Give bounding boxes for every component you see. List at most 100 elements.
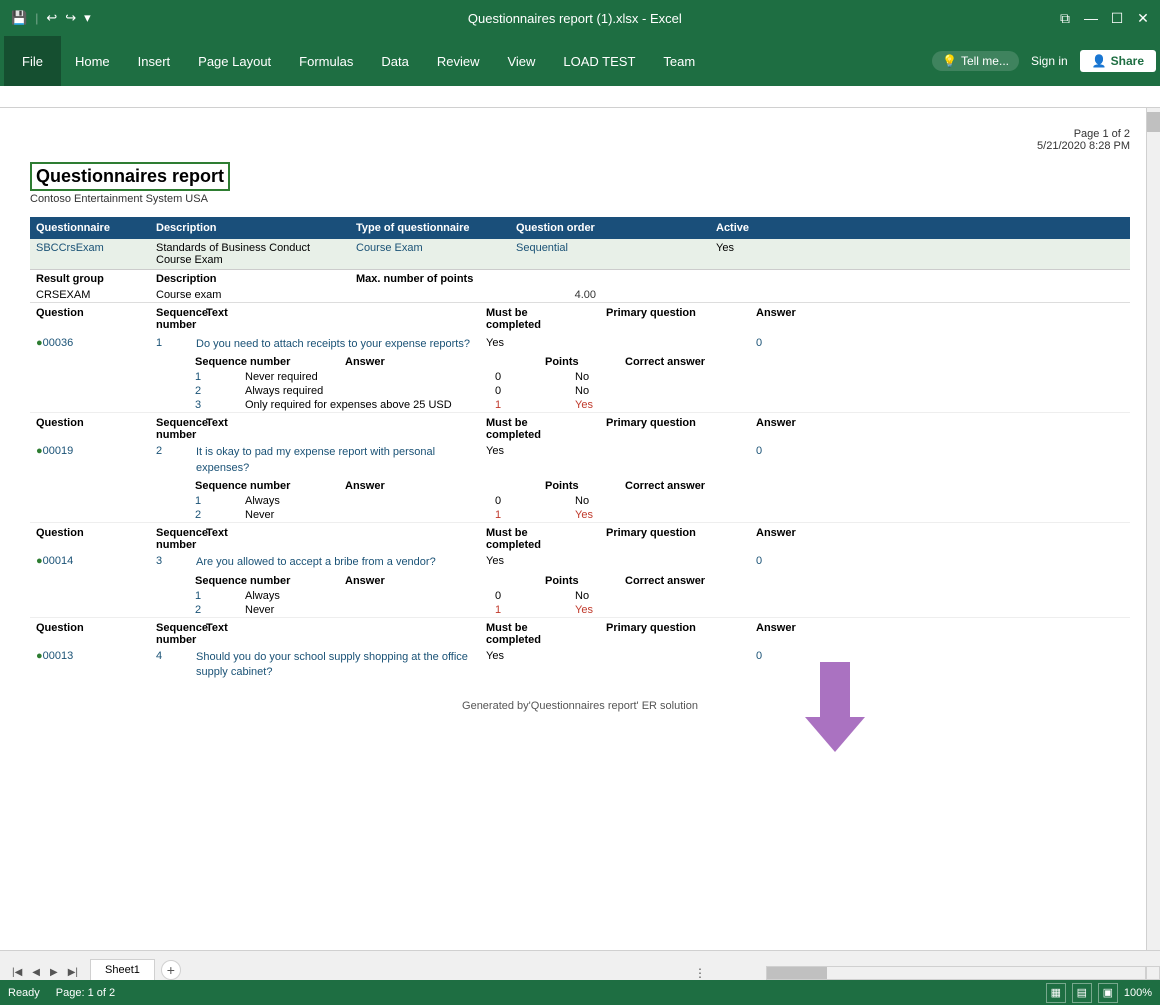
redo-icon[interactable]: ↪ xyxy=(62,10,79,26)
vertical-scrollbar[interactable] xyxy=(1146,108,1160,950)
q1-ans2: 2 Always required 0 No xyxy=(30,384,1130,398)
sheet-nav-next[interactable]: ▶ xyxy=(46,965,62,980)
sheet-tab-sheet1[interactable]: Sheet1 xyxy=(90,959,155,980)
company-name: Contoso Entertainment System USA xyxy=(30,193,1130,205)
sign-in-button[interactable]: Sign in xyxy=(1023,50,1076,72)
share-button[interactable]: 👤 Share xyxy=(1080,50,1156,72)
sheet-nav-prev[interactable]: ◀ xyxy=(28,965,44,980)
q3-ans2: 2 Never 1 Yes xyxy=(30,603,1130,617)
q2-text: It is okay to pad my expense report with… xyxy=(186,445,486,476)
title-bar-filename: Questionnaires report (1).xlsx - Excel xyxy=(94,11,1056,26)
main-questionnaire: SBCCrsExam xyxy=(36,242,156,266)
q-col-seq: Sequence number xyxy=(156,307,186,331)
q2-col-header: Question Sequence number Text Must becom… xyxy=(30,412,1130,443)
status-bar: Ready Page: 1 of 2 ▦ ▤ ▣ 100% xyxy=(0,980,1160,1005)
q2-row: ●00019 2 It is okay to pad my expense re… xyxy=(30,443,1130,478)
restore-button[interactable]: ⧉ xyxy=(1056,9,1074,27)
q1-seq: 1 xyxy=(156,337,186,349)
status-right: ▦ ▤ ▣ 100% xyxy=(1046,983,1152,1003)
minimize-button[interactable]: — xyxy=(1082,9,1100,27)
max-points-label: Max. number of points xyxy=(356,273,716,285)
sub-labels-row: Result group Description Max. number of … xyxy=(30,270,1130,288)
tab-formulas[interactable]: Formulas xyxy=(285,36,367,86)
q-col-primary: Primary question xyxy=(606,307,756,331)
share-label: Share xyxy=(1111,54,1144,68)
sheet-tabs-bar: |◀ ◀ ▶ ▶| Sheet1 + ⋮ xyxy=(0,950,1160,980)
q-col-must: Must becompleted xyxy=(486,307,606,331)
page-break-preview-button[interactable]: ▣ xyxy=(1098,983,1118,1003)
report-title: Questionnaires report xyxy=(30,162,230,191)
q2-ans1: 1 Always 0 No xyxy=(30,494,1130,508)
q3-ans-header: Sequence number Answer Points Correct an… xyxy=(30,573,1130,589)
main-area: Page 1 of 2 5/21/2020 8:28 PM Questionna… xyxy=(0,108,1160,950)
page-info: Page 1 of 2 5/21/2020 8:28 PM xyxy=(30,128,1130,152)
max-points-val: 4.00 xyxy=(356,289,716,301)
q4-row: ●00013 4 Should you do your school suppl… xyxy=(30,648,1130,683)
sub-values-row: CRSEXAM Course exam 4.00 xyxy=(30,288,1130,302)
q1-text: Do you need to attach receipts to your e… xyxy=(186,337,486,352)
main-question-order: Sequential xyxy=(516,242,716,266)
page-number: Page 1 of 2 xyxy=(30,128,1130,140)
tab-review[interactable]: Review xyxy=(423,36,494,86)
formula-bar xyxy=(0,86,1160,108)
q2-must: Yes xyxy=(486,445,606,457)
scroll-thumb-vertical[interactable] xyxy=(1147,112,1160,132)
tell-me-box[interactable]: 💡 Tell me... xyxy=(932,51,1019,71)
scroll-corner xyxy=(1146,966,1160,980)
tab-page-layout[interactable]: Page Layout xyxy=(184,36,285,86)
q4-must: Yes xyxy=(486,650,606,662)
dropdown-icon[interactable]: ▾ xyxy=(81,10,94,26)
header-type: Type of questionnaire xyxy=(356,222,516,234)
tab-team[interactable]: Team xyxy=(649,36,709,86)
main-description: Standards of Business Conduct Course Exa… xyxy=(156,242,356,266)
q1-ans3: 3 Only required for expenses above 25 US… xyxy=(30,398,1130,412)
quick-toolbar: 💾 | ↩ ↪ ▾ xyxy=(8,10,94,26)
tab-view[interactable]: View xyxy=(493,36,549,86)
tab-load-test[interactable]: LOAD TEST xyxy=(549,36,649,86)
normal-view-button[interactable]: ▦ xyxy=(1046,983,1066,1003)
page-layout-view-button[interactable]: ▤ xyxy=(1072,983,1092,1003)
spreadsheet-content: Page 1 of 2 5/21/2020 8:28 PM Questionna… xyxy=(0,108,1160,950)
q1-row: ●00036 1 Do you need to attach receipts … xyxy=(30,335,1130,354)
sheet-nav-first[interactable]: |◀ xyxy=(8,965,26,980)
tab-insert[interactable]: Insert xyxy=(124,36,185,86)
q-col-text: Text xyxy=(186,307,486,331)
q3-row: ●00014 3 Are you allowed to accept a bri… xyxy=(30,553,1130,572)
q4-seq: 4 xyxy=(156,650,186,662)
zoom-level: 100% xyxy=(1124,987,1152,999)
header-questionnaire: Questionnaire xyxy=(36,222,156,234)
main-type: Course Exam xyxy=(356,242,516,266)
tab-file[interactable]: File xyxy=(4,36,61,86)
title-bar-controls: ⧉ — ☐ ✕ xyxy=(1056,9,1152,27)
description-sub-val: Course exam xyxy=(156,289,356,301)
q3-ans1: 1 Always 0 No xyxy=(30,589,1130,603)
q2-seq: 2 xyxy=(156,445,186,457)
status-page-info: Page: 1 of 2 xyxy=(56,987,115,999)
q4-answer: 0 xyxy=(756,650,836,662)
main-data-row: SBCCrsExam Standards of Business Conduct… xyxy=(30,239,1130,270)
q3-text: Are you allowed to accept a bribe from a… xyxy=(186,555,486,570)
add-sheet-button[interactable]: + xyxy=(161,960,181,980)
result-group-val: CRSEXAM xyxy=(36,289,156,301)
status-ready: Ready xyxy=(8,987,40,999)
q2-ans-header: Sequence number Answer Points Correct an… xyxy=(30,478,1130,494)
tab-data[interactable]: Data xyxy=(367,36,422,86)
q3-seq: 3 xyxy=(156,555,186,567)
question-col-header: Question Sequence number Text Must becom… xyxy=(30,302,1130,335)
scroll-thumb-horizontal[interactable] xyxy=(767,967,827,979)
save-icon[interactable]: 💾 xyxy=(8,10,30,26)
sheet-nav-last[interactable]: ▶| xyxy=(64,965,82,980)
tab-home[interactable]: Home xyxy=(61,36,124,86)
q3-answer: 0 xyxy=(756,555,836,567)
lightbulb-icon: 💡 xyxy=(942,54,957,68)
close-button[interactable]: ✕ xyxy=(1134,9,1152,27)
q1-ans1: 1 Never required 0 No xyxy=(30,370,1130,384)
q4-text: Should you do your school supply shoppin… xyxy=(186,650,486,681)
q1-must: Yes xyxy=(486,337,606,349)
undo-icon[interactable]: ↩ xyxy=(43,10,60,26)
q1-ans-header: Sequence number Answer Points Correct an… xyxy=(30,354,1130,370)
horizontal-scrollbar[interactable] xyxy=(766,966,1146,980)
q1-id: ●00036 xyxy=(36,337,156,349)
q3-must: Yes xyxy=(486,555,606,567)
maximize-button[interactable]: ☐ xyxy=(1108,9,1126,27)
